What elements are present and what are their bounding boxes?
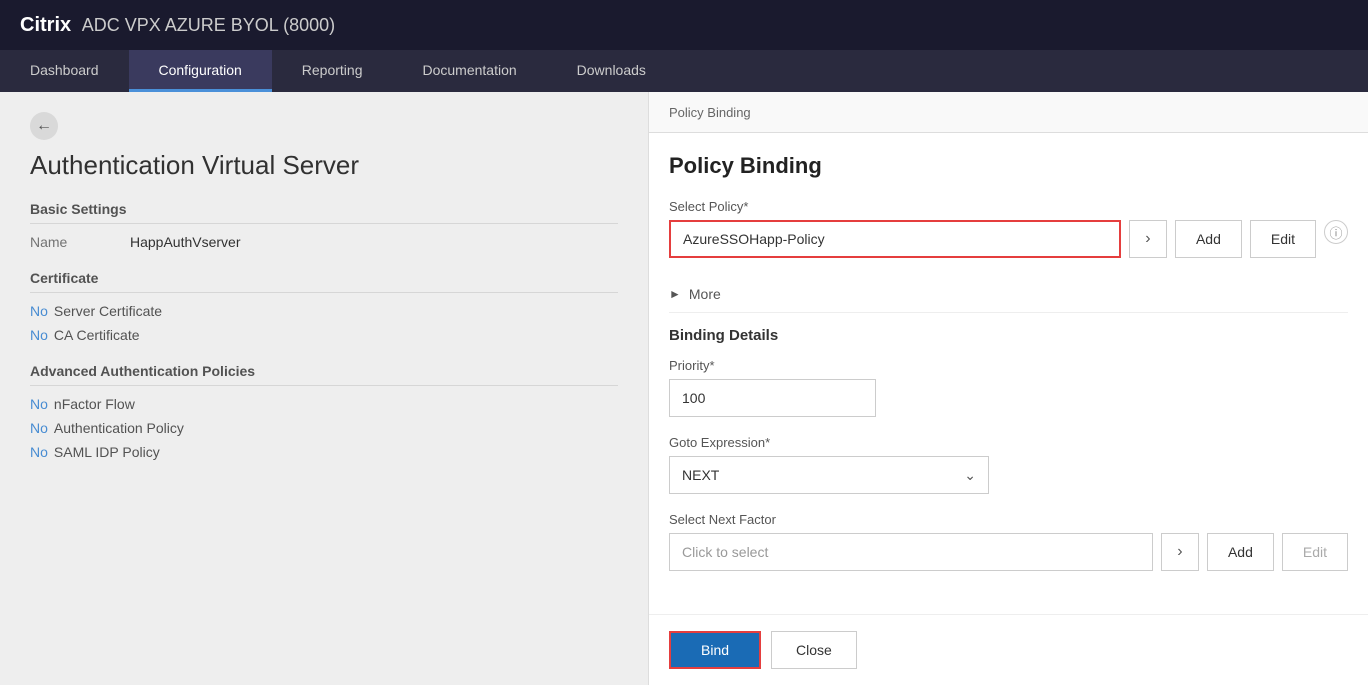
priority-label: Priority* [669,358,1348,373]
back-button[interactable]: ← [30,112,618,140]
select-next-factor-add-btn[interactable]: Add [1207,533,1274,571]
server-cert-row: No Server Certificate [30,303,618,319]
auth-policy-label: Authentication Policy [54,420,184,436]
tab-configuration[interactable]: Configuration [129,50,272,92]
section-basic-settings: Basic Settings [30,201,618,224]
goto-expression-select[interactable]: NEXT ⌄ [669,456,989,494]
nav-tabs: Dashboard Configuration Reporting Docume… [0,50,1368,92]
more-chevron-icon: ► [669,287,681,301]
goto-dropdown-chevron-icon: ⌄ [964,467,976,484]
select-policy-edit-btn[interactable]: Edit [1250,220,1316,258]
select-policy-input[interactable] [669,220,1121,258]
name-value: HappAuthVserver [130,234,241,250]
nfactor-row: No nFactor Flow [30,396,618,412]
no-nfactor-prefix: No [30,396,48,412]
main-content: ← Authentication Virtual Server Basic Se… [0,92,1368,685]
select-policy-group: Select Policy* › Add Edit ⓘ [669,199,1348,258]
more-section[interactable]: ► More [669,276,1348,313]
more-label: More [689,286,721,302]
select-policy-row: › Add Edit ⓘ [669,220,1348,258]
info-icon[interactable]: ⓘ [1324,220,1348,244]
server-cert-label: Server Certificate [54,303,162,319]
priority-input[interactable] [669,379,876,417]
binding-details-title: Binding Details [669,327,1348,344]
select-next-factor-display[interactable]: Click to select [669,533,1153,571]
goto-expression-group: Goto Expression* NEXT ⌄ [669,435,1348,494]
ca-cert-label: CA Certificate [54,327,140,343]
header: Citrix ADC VPX AZURE BYOL (8000) [0,0,1368,50]
select-policy-label: Select Policy* [669,199,1348,214]
nfactor-label: nFactor Flow [54,396,135,412]
select-next-factor-placeholder: Click to select [682,544,768,560]
select-policy-add-btn[interactable]: Add [1175,220,1242,258]
no-server-cert-prefix: No [30,303,48,319]
select-next-factor-group: Select Next Factor Click to select › Add… [669,512,1348,571]
saml-label: SAML IDP Policy [54,444,160,460]
drawer-footer: Bind Close [649,614,1368,685]
page-title: Authentication Virtual Server [30,150,618,181]
close-button[interactable]: Close [771,631,857,669]
right-panel: Policy Binding Policy Binding Select Pol… [648,92,1368,685]
section-advanced: Advanced Authentication Policies [30,363,618,386]
drawer-title: Policy Binding [669,153,1348,179]
no-auth-policy-prefix: No [30,420,48,436]
select-next-factor-row: Click to select › Add Edit [669,533,1348,571]
goto-expression-value: NEXT [682,467,719,483]
select-next-factor-edit-btn[interactable]: Edit [1282,533,1348,571]
section-certificate: Certificate [30,270,618,293]
left-panel: ← Authentication Virtual Server Basic Se… [0,92,648,685]
goto-expression-label: Goto Expression* [669,435,1348,450]
name-label: Name [30,234,110,250]
tab-reporting[interactable]: Reporting [272,50,393,92]
select-next-factor-arrow-btn[interactable]: › [1161,533,1199,571]
breadcrumb: Policy Binding [669,105,751,120]
name-field-row: Name HappAuthVserver [30,234,618,250]
drawer-header: Policy Binding [649,92,1368,133]
back-icon[interactable]: ← [30,112,58,140]
bind-button[interactable]: Bind [669,631,761,669]
no-ca-cert-prefix: No [30,327,48,343]
priority-group: Priority* [669,358,1348,417]
select-next-factor-label: Select Next Factor [669,512,1348,527]
ca-cert-row: No CA Certificate [30,327,618,343]
saml-policy-row: No SAML IDP Policy [30,444,618,460]
drawer-body: Policy Binding Select Policy* › Add Edit… [649,133,1368,614]
no-saml-prefix: No [30,444,48,460]
tab-documentation[interactable]: Documentation [392,50,546,92]
auth-policy-row: No Authentication Policy [30,420,618,436]
tab-dashboard[interactable]: Dashboard [0,50,129,92]
select-policy-arrow-btn[interactable]: › [1129,220,1167,258]
tab-downloads[interactable]: Downloads [547,50,676,92]
app-title: Citrix ADC VPX AZURE BYOL (8000) [20,14,335,37]
